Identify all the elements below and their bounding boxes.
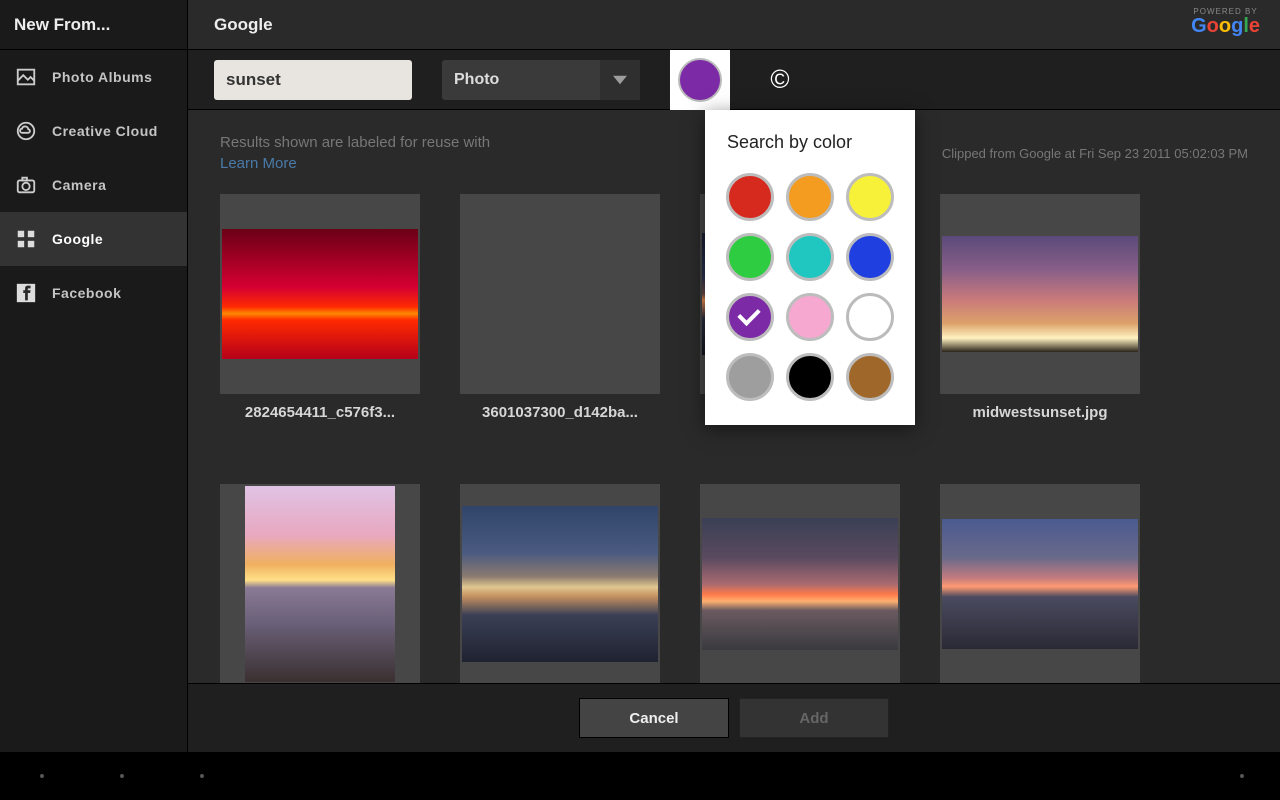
color-filter-button[interactable] bbox=[678, 58, 722, 102]
sidebar-item-label: Google bbox=[52, 231, 103, 247]
result-caption: 3601037300_d142ba... bbox=[460, 404, 660, 421]
result-thumb bbox=[460, 194, 660, 394]
add-button[interactable]: Add bbox=[739, 698, 889, 738]
result-caption: midwestsunset.jpg bbox=[940, 404, 1140, 421]
result-card[interactable]: midwestsunset.jpg bbox=[940, 194, 1140, 462]
result-card[interactable]: 2824654411_c576f3... bbox=[220, 194, 420, 462]
learn-more-link[interactable]: Learn More bbox=[220, 155, 297, 172]
color-filter-wrap bbox=[670, 50, 730, 110]
license-filter-button[interactable]: © bbox=[760, 60, 800, 100]
copyright-icon: © bbox=[770, 64, 789, 95]
result-card[interactable]: 3601037300_d142ba... bbox=[460, 194, 660, 462]
google-logo: Google bbox=[1191, 16, 1260, 36]
cloud-icon bbox=[14, 119, 38, 143]
facebook-icon bbox=[14, 281, 38, 305]
main-header: Google POWERED BY Google bbox=[188, 0, 1280, 50]
sidebar-item-photo-albums[interactable]: Photo Albums bbox=[0, 50, 187, 104]
color-popover-title: Search by color bbox=[715, 132, 905, 153]
footer: Cancel Add bbox=[188, 683, 1280, 752]
color-swatch[interactable] bbox=[786, 233, 834, 281]
result-caption: 2824654411_c576f3... bbox=[220, 404, 420, 421]
sidebar-item-creative-cloud[interactable]: Creative Cloud bbox=[0, 104, 187, 158]
color-swatch[interactable] bbox=[726, 353, 774, 401]
page-title: Google bbox=[214, 15, 273, 35]
result-thumb bbox=[460, 484, 660, 684]
chevron-down-icon bbox=[600, 60, 640, 100]
main-panel: Google POWERED BY Google Photo © bbox=[188, 0, 1280, 752]
sidebar-item-label: Camera bbox=[52, 177, 106, 193]
reuse-notice: Results shown are labeled for reuse with… bbox=[220, 132, 490, 174]
sidebar-item-google[interactable]: Google bbox=[0, 212, 187, 266]
sidebar-item-camera[interactable]: Camera bbox=[0, 158, 187, 212]
color-swatch[interactable] bbox=[846, 233, 894, 281]
search-bar: Photo © bbox=[188, 50, 1280, 110]
result-thumb bbox=[220, 484, 420, 684]
result-thumb bbox=[700, 484, 900, 684]
sidebar-item-label: Photo Albums bbox=[52, 69, 152, 85]
color-swatch[interactable] bbox=[846, 173, 894, 221]
type-select[interactable]: Photo bbox=[442, 60, 640, 100]
clip-timestamp: Clipped from Google at Fri Sep 23 2011 0… bbox=[942, 146, 1248, 161]
color-swatch[interactable] bbox=[846, 293, 894, 341]
color-swatch[interactable] bbox=[786, 173, 834, 221]
search-input[interactable] bbox=[214, 60, 412, 100]
result-thumb bbox=[940, 484, 1140, 684]
color-grid bbox=[715, 167, 905, 407]
powered-by-google: POWERED BY Google bbox=[1191, 8, 1260, 36]
color-swatch[interactable] bbox=[726, 293, 774, 341]
camera-icon bbox=[14, 173, 38, 197]
color-swatch[interactable] bbox=[726, 233, 774, 281]
sidebar-item-label: Facebook bbox=[52, 285, 121, 301]
color-swatch[interactable] bbox=[726, 173, 774, 221]
sidebar-header: New From... bbox=[0, 0, 187, 50]
color-swatch[interactable] bbox=[786, 293, 834, 341]
reuse-notice-text: Results shown are labeled for reuse with bbox=[220, 134, 490, 151]
sidebar-item-facebook[interactable]: Facebook bbox=[0, 266, 187, 320]
sidebar: New From... Photo Albums Creative Cloud … bbox=[0, 0, 188, 752]
cancel-button[interactable]: Cancel bbox=[579, 698, 729, 738]
google-icon bbox=[14, 227, 38, 251]
result-thumb bbox=[220, 194, 420, 394]
image-icon bbox=[14, 65, 38, 89]
color-swatch[interactable] bbox=[846, 353, 894, 401]
bottom-strip bbox=[0, 752, 1280, 800]
color-swatch[interactable] bbox=[786, 353, 834, 401]
result-thumb bbox=[940, 194, 1140, 394]
type-select-label: Photo bbox=[442, 71, 600, 89]
sidebar-item-label: Creative Cloud bbox=[52, 123, 158, 139]
color-popover: Search by color bbox=[705, 110, 915, 425]
